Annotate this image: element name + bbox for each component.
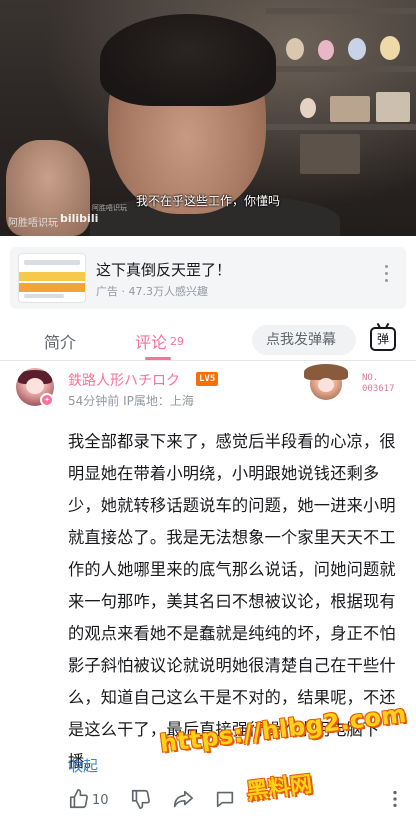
comment-meta: 54分钟前 IP属地：上海	[68, 394, 194, 408]
tab-comments-label: 评论	[135, 333, 168, 352]
like-icon[interactable]	[68, 788, 90, 810]
dislike-icon[interactable]	[130, 788, 152, 810]
video-subtitle: 我不在乎这些工作，你懂吗	[135, 194, 280, 208]
fan-number-value: 003617	[362, 384, 395, 394]
reply-icon[interactable]	[214, 788, 236, 810]
video-box	[300, 134, 360, 174]
video-watermark-uploader: 阿胜唔识玩	[8, 218, 58, 229]
danmaku-toggle-icon[interactable]: 弹	[370, 327, 396, 351]
video-figure	[300, 98, 316, 118]
video-shelf	[266, 66, 416, 72]
ad-card[interactable]: 这下真倒反天罡了！ 广告 · 47.3万人感兴趣	[10, 247, 406, 309]
tab-intro-label: 简介	[44, 333, 77, 352]
comment-username[interactable]: 鉄路人形ハチロク	[68, 370, 180, 390]
ad-meta: 广告 · 47.3万人感兴趣	[96, 285, 208, 298]
danmaku-input[interactable]: 点我发弹幕	[252, 325, 356, 355]
share-icon[interactable]	[172, 788, 194, 810]
fan-number-label: NO.	[362, 373, 379, 383]
video-box	[376, 92, 410, 122]
more-vertical-icon[interactable]	[384, 788, 406, 810]
video-figure	[318, 40, 334, 60]
video-shelf	[266, 8, 416, 14]
video-player[interactable]: 我不在乎这些工作，你懂吗 阿胜唔识玩 bilibili 阿胜唔识玩	[0, 0, 416, 236]
more-options-icon[interactable]	[378, 261, 394, 291]
video-figure	[286, 38, 304, 60]
ad-thumbnail	[18, 253, 86, 303]
video-figure	[348, 38, 366, 60]
tab-comments[interactable]: 评论 29	[135, 329, 184, 353]
comment-count: 29	[170, 335, 185, 348]
video-watermark-small: 阿胜唔识玩	[92, 204, 127, 212]
level-badge: LV5	[196, 372, 219, 386]
fan-number: NO. 003617	[362, 373, 395, 395]
tab-bar: 简介 评论 29 点我发弹幕 弹	[0, 319, 416, 361]
bilibili-logo: bilibili	[60, 212, 99, 225]
video-shelf	[266, 124, 416, 130]
active-tab-indicator	[145, 357, 171, 360]
video-figure	[380, 36, 400, 60]
video-hair	[100, 14, 276, 106]
collapse-link[interactable]: 收起	[68, 755, 98, 776]
tab-intro[interactable]: 简介	[44, 329, 76, 353]
like-count: 10	[92, 793, 109, 808]
video-box	[330, 96, 370, 122]
ad-title: 这下真倒反天罡了！	[96, 261, 232, 279]
comment-actions: 10	[0, 788, 416, 818]
avatar-badge-icon: ✦	[40, 393, 54, 407]
fan-badge-avatar	[304, 364, 348, 404]
